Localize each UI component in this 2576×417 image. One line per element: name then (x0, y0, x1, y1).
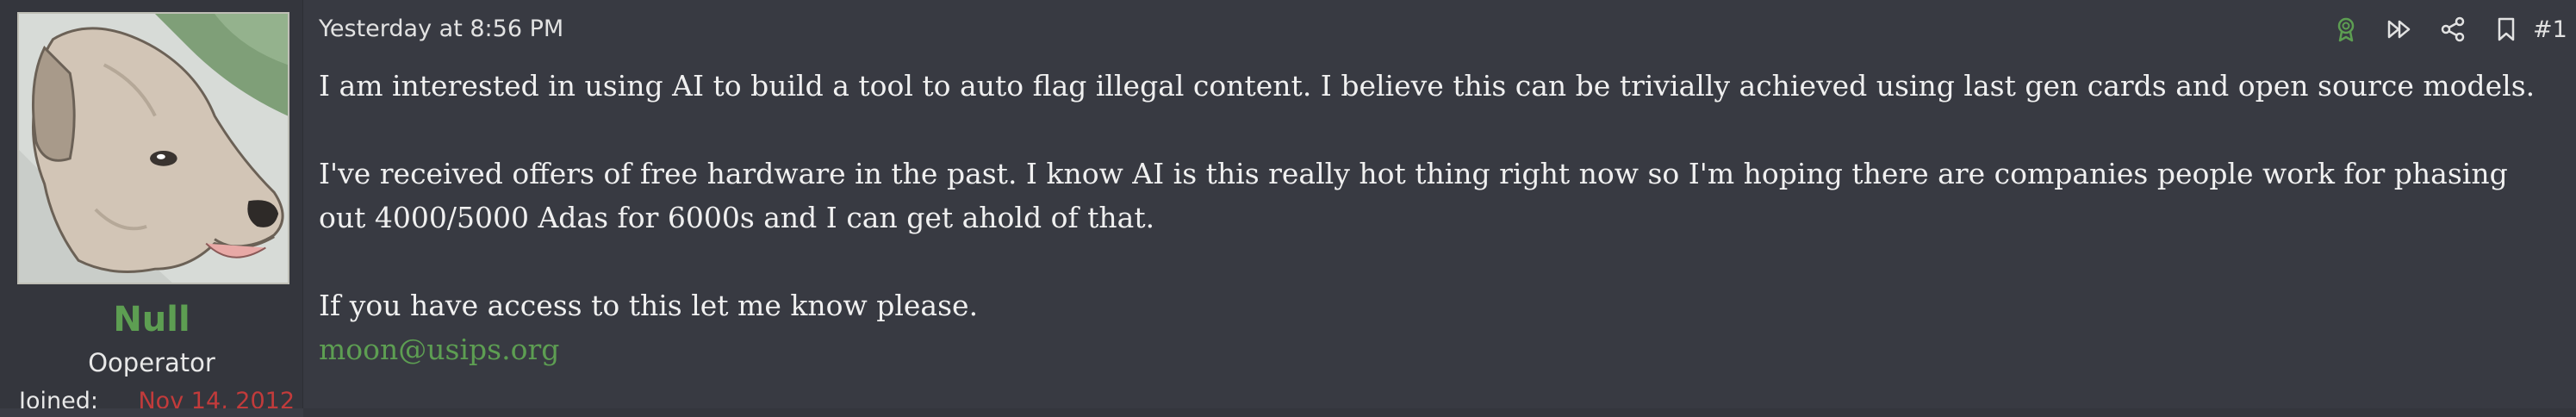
share-icon (2441, 16, 2465, 42)
username[interactable]: Null (0, 300, 303, 339)
post-body: I am interested in using AI to build a t… (319, 64, 2542, 371)
post-content-panel: Yesterday at 8:56 PM #1 I am interested … (303, 0, 2576, 417)
post-actions: #1 (2319, 12, 2576, 47)
bookmark-icon (2498, 17, 2515, 41)
avatar[interactable] (17, 12, 289, 284)
post-number-link[interactable]: #1 (2533, 16, 2576, 43)
forum-post: Null Ooperator Joined: Nov 14, 2012 Yest… (0, 0, 2576, 417)
award-button[interactable] (2319, 12, 2373, 47)
divider (0, 408, 303, 417)
fast-forward-icon (2387, 20, 2411, 39)
user-title: Ooperator (88, 348, 215, 377)
post-paragraph: I am interested in using AI to build a t… (319, 69, 2536, 103)
signature-email-link[interactable]: moon@usips.org (319, 327, 2542, 371)
fast-forward-button[interactable] (2373, 12, 2426, 47)
bookmark-button[interactable] (2480, 12, 2533, 47)
post-bottom-strip (303, 408, 2576, 417)
dog-avatar-image (19, 14, 288, 283)
user-info-panel: Null Ooperator Joined: Nov 14, 2012 (0, 0, 303, 417)
post-timestamp[interactable]: Yesterday at 8:56 PM (319, 16, 563, 42)
share-button[interactable] (2426, 12, 2480, 47)
award-icon (2337, 17, 2355, 42)
post-paragraph: If you have access to this let me know p… (319, 289, 979, 322)
post-paragraph: I've received offers of free hardware in… (319, 157, 2508, 234)
